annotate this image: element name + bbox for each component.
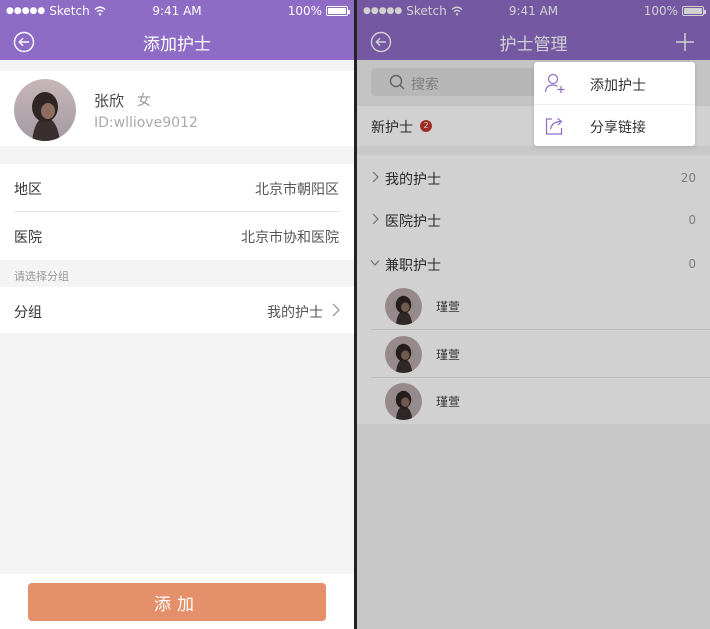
bottom-bar: 添加 bbox=[0, 574, 354, 629]
battery-label: 100% bbox=[287, 4, 322, 18]
share-icon bbox=[545, 118, 563, 135]
region-label: 地区 bbox=[14, 182, 42, 198]
avatar bbox=[14, 79, 76, 141]
add-button[interactable]: 添加 bbox=[28, 583, 326, 621]
add-user-icon bbox=[544, 73, 565, 93]
add-nurse-screen: ●●●●● Sketch 9:41 AM 100% 添加护士 张欣 女 ID:w… bbox=[0, 0, 354, 629]
status-bar: ●●●●● Sketch 9:41 AM 100% bbox=[0, 0, 354, 22]
hospital-row: 医院 北京市协和医院 bbox=[0, 212, 354, 259]
nurse-id: ID:wlliove9012 bbox=[94, 115, 198, 131]
menu-item-add-nurse[interactable]: 添加护士 bbox=[534, 62, 695, 104]
nurse-profile-card: 张欣 女 ID:wlliove9012 bbox=[0, 71, 354, 146]
region-row: 地区 北京市朝阳区 bbox=[0, 164, 354, 211]
group-label: 分组 bbox=[14, 305, 42, 321]
nurse-name: 张欣 bbox=[94, 92, 125, 110]
nurse-management-screen: ●●●●● Sketch 9:41 AM 100% 护士管理 搜索 新护士 2 … bbox=[357, 0, 710, 629]
nurse-gender: 女 bbox=[137, 93, 151, 109]
info-section: 地区 北京市朝阳区 医院 北京市协和医院 bbox=[0, 164, 354, 260]
hospital-value: 北京市协和医院 bbox=[241, 230, 339, 246]
menu-item-label: 添加护士 bbox=[590, 78, 646, 94]
chevron-right-icon bbox=[332, 303, 340, 317]
region-value: 北京市朝阳区 bbox=[255, 182, 339, 198]
hospital-label: 医院 bbox=[14, 230, 42, 246]
page-title: 添加护士 bbox=[143, 35, 211, 55]
group-value: 我的护士 bbox=[267, 305, 323, 321]
group-hint: 请选择分组 bbox=[14, 270, 69, 283]
menu-item-share-link[interactable]: 分享链接 bbox=[534, 104, 695, 146]
popup-menu: 添加护士 分享链接 bbox=[534, 62, 695, 146]
menu-item-label: 分享链接 bbox=[590, 120, 646, 136]
group-select-row[interactable]: 分组 我的护士 bbox=[0, 287, 354, 333]
nav-bar: ●●●●● Sketch 9:41 AM 100% 添加护士 bbox=[0, 0, 354, 60]
battery-icon bbox=[326, 6, 350, 16]
